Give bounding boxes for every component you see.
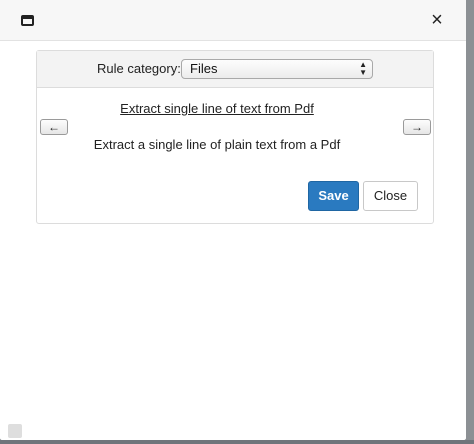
rule-title[interactable]: Extract single line of text from Pdf bbox=[0, 101, 434, 116]
resize-grip[interactable] bbox=[8, 424, 22, 438]
arrow-right-icon: → bbox=[411, 120, 423, 134]
close-icon[interactable]: × bbox=[428, 10, 446, 30]
close-button[interactable]: Close bbox=[363, 181, 418, 211]
select-updown-icon: ▲ ▼ bbox=[359, 60, 367, 77]
rule-category-value: Files bbox=[190, 61, 218, 76]
previous-rule-button[interactable]: ← bbox=[40, 119, 68, 135]
rule-description: Extract a single line of plain text from… bbox=[93, 137, 341, 152]
rule-dialog: × Rule category: Files ▲ ▼ ← → Extract si… bbox=[0, 0, 466, 440]
dialog-titlebar: × bbox=[0, 0, 466, 41]
window-icon bbox=[21, 15, 34, 26]
arrow-left-icon: ← bbox=[48, 120, 60, 134]
backdrop-edge bbox=[466, 0, 474, 444]
rule-category-header: Rule category: Files ▲ ▼ bbox=[37, 51, 433, 88]
rule-category-select[interactable]: Files ▲ ▼ bbox=[181, 59, 373, 79]
save-button[interactable]: Save bbox=[308, 181, 359, 211]
rule-category-label: Rule category: bbox=[97, 61, 181, 76]
backdrop-bottom bbox=[0, 440, 474, 444]
next-rule-button[interactable]: → bbox=[403, 119, 431, 135]
